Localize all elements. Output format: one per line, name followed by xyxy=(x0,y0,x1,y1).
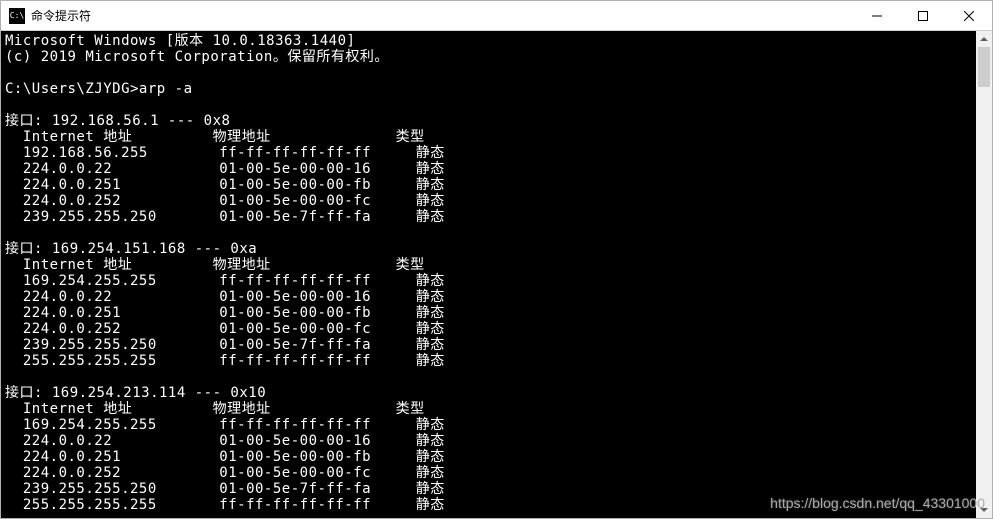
maximize-button[interactable] xyxy=(900,1,946,30)
cmd-window: C:\ 命令提示符 Microsoft Windows [版本 10.0.183… xyxy=(0,0,993,519)
window-title: 命令提示符 xyxy=(31,7,854,24)
content-area: Microsoft Windows [版本 10.0.18363.1440] (… xyxy=(1,31,992,518)
window-controls xyxy=(854,1,992,30)
vertical-scrollbar[interactable] xyxy=(976,31,992,518)
scroll-up-button[interactable] xyxy=(976,31,992,47)
minimize-icon xyxy=(872,11,882,21)
close-icon xyxy=(964,11,974,21)
close-button[interactable] xyxy=(946,1,992,30)
minimize-button[interactable] xyxy=(854,1,900,30)
scroll-thumb[interactable] xyxy=(978,47,990,87)
app-icon: C:\ xyxy=(9,8,25,24)
maximize-icon xyxy=(918,11,928,21)
terminal-output[interactable]: Microsoft Windows [版本 10.0.18363.1440] (… xyxy=(1,31,976,518)
titlebar[interactable]: C:\ 命令提示符 xyxy=(1,1,992,31)
watermark-text: https://blog.csdn.net/qq_43301000 xyxy=(770,495,985,511)
